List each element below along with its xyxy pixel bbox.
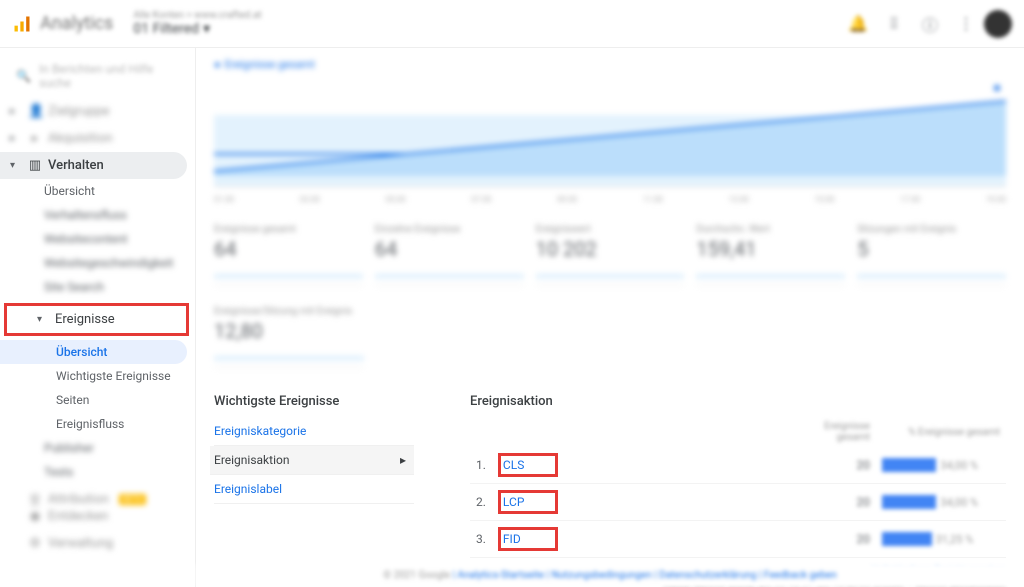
sub-publisher[interactable]: Publisher <box>0 436 195 460</box>
nav-akquisition[interactable]: ▸▸Akquisition <box>0 125 187 152</box>
chart-xaxis: 01.0003.0005.0007.0009.0011.0013.0015.00… <box>214 195 1006 204</box>
search-icon: 🔍 <box>16 69 31 83</box>
search-reports[interactable]: 🔍 In Berichten und Hilfe suche <box>0 54 195 98</box>
col-count: Ereignisse gesamt <box>816 417 876 447</box>
sidebar: 🔍 In Berichten und Hilfe suche ▸👤Zielgru… <box>0 48 196 587</box>
scorecard[interactable]: Einzelne Ereignisse64 <box>375 224 524 286</box>
dimensions-title: Wichtigste Ereignisse <box>214 394 414 417</box>
sub-websitegeschw[interactable]: Websitegeschwindigkeit <box>0 251 195 275</box>
more-icon[interactable]: ⋮ <box>952 10 980 38</box>
notifications-icon[interactable]: 🔔 <box>844 10 872 38</box>
account-path: Alle Konten > www.crafted.at <box>133 10 261 21</box>
table-row[interactable]: 3. FID 20 31,25 % <box>470 521 1006 558</box>
search-placeholder: In Berichten und Hilfe suche <box>39 62 179 90</box>
nav-zielgruppe[interactable]: ▸👤Zielgruppe <box>0 98 187 125</box>
event-action-table: Ereignisaktion Ereignisse gesamt% Ereign… <box>470 394 1006 587</box>
table-title: Ereignisaktion <box>470 394 1006 417</box>
col-pct: % Ereignisse gesamt <box>876 417 1006 447</box>
dimension-picker: Wichtigste Ereignisse Ereigniskategorie … <box>214 394 414 587</box>
scorecard[interactable]: Ereignisse/Sitzung mit Ereignis12,80 <box>214 306 364 368</box>
nav-verwaltung[interactable]: ⚙Verwaltung <box>0 530 188 557</box>
event-action-link[interactable]: LCP <box>498 490 558 514</box>
page-footer: © 2021 Google | Analytics-Startseite | N… <box>196 564 1024 587</box>
overview-chart[interactable] <box>214 77 1006 187</box>
event-action-link[interactable]: CLS <box>498 453 558 477</box>
help-icon[interactable]: ⓘ <box>916 10 944 38</box>
scorecards-row1: Ereignisse gesamt64Einzelne Ereignisse64… <box>214 224 1006 286</box>
table-row[interactable]: 1. CLS 20 34,00 % <box>470 447 1006 484</box>
scorecard[interactable]: Sitzungen mit Ereignis5 <box>857 224 1006 286</box>
sub-uebersicht[interactable]: Übersicht <box>0 179 195 203</box>
chevron-down-icon: ▾ <box>203 21 210 37</box>
analytics-logo-icon <box>12 14 32 34</box>
sub-ereignisse-seiten[interactable]: Seiten <box>0 388 195 412</box>
scorecards-row2: Ereignisse/Sitzung mit Ereignis12,80 <box>214 306 1006 368</box>
scorecard[interactable]: Ereigniswert10 202 <box>536 224 685 286</box>
user-avatar[interactable] <box>984 10 1012 38</box>
sub-ereignisse-uebersicht[interactable]: Übersicht <box>0 340 187 364</box>
sub-websitecontent[interactable]: Websitecontent <box>0 227 195 251</box>
discover-icon: ◉ <box>28 509 42 524</box>
chart-legend: Ereignisse gesamt <box>214 58 1006 71</box>
acquisition-icon: ▸ <box>28 131 42 146</box>
brand-name: Analytics <box>40 13 113 34</box>
scorecard[interactable]: Durchschn. Wert159,41 <box>696 224 845 286</box>
view-name: 01 Filtered <box>133 21 199 37</box>
sub-ereignisse[interactable]: ▾Ereignisse <box>7 306 186 333</box>
table-row[interactable]: 2. LCP 20 34,00 % <box>470 484 1006 521</box>
dim-ereignislabel[interactable]: Ereignislabel <box>214 475 414 504</box>
nav-entdecken[interactable]: ◉Entdecken <box>0 503 188 530</box>
sub-tests[interactable]: Tests <box>0 460 195 484</box>
account-selector[interactable]: Alle Konten > www.crafted.at 01 Filtered… <box>133 10 261 37</box>
app-header: Analytics Alle Konten > www.crafted.at 0… <box>0 0 1024 48</box>
user-icon: 👤 <box>28 104 42 119</box>
behavior-icon: ▥ <box>28 158 42 173</box>
nav-verhalten[interactable]: ▾▥Verhalten <box>0 152 187 179</box>
event-action-link[interactable]: FID <box>498 527 558 551</box>
scorecard[interactable]: Ereignisse gesamt64 <box>214 224 363 286</box>
chevron-right-icon: ▸ <box>400 453 406 467</box>
gear-icon: ⚙ <box>28 536 42 551</box>
sub-ereignisse-wichtigste[interactable]: Wichtigste Ereignisse <box>0 364 195 388</box>
apps-icon[interactable]: ⦙⦙ <box>880 10 908 38</box>
sub-sitesearch[interactable]: Site Search <box>0 275 195 299</box>
sub-ereignisse-fluss[interactable]: Ereignisfluss <box>0 412 195 436</box>
dim-ereigniskategorie[interactable]: Ereigniskategorie <box>214 417 414 446</box>
sub-verhaltensfluss[interactable]: Verhaltensfluss <box>0 203 195 227</box>
main-content: Ereignisse gesamt 01.0003.0005.0007.0009… <box>196 48 1024 587</box>
dim-ereignisaktion[interactable]: Ereignisaktion▸ <box>210 446 414 475</box>
highlight-ereignisse: ▾Ereignisse <box>4 303 189 336</box>
